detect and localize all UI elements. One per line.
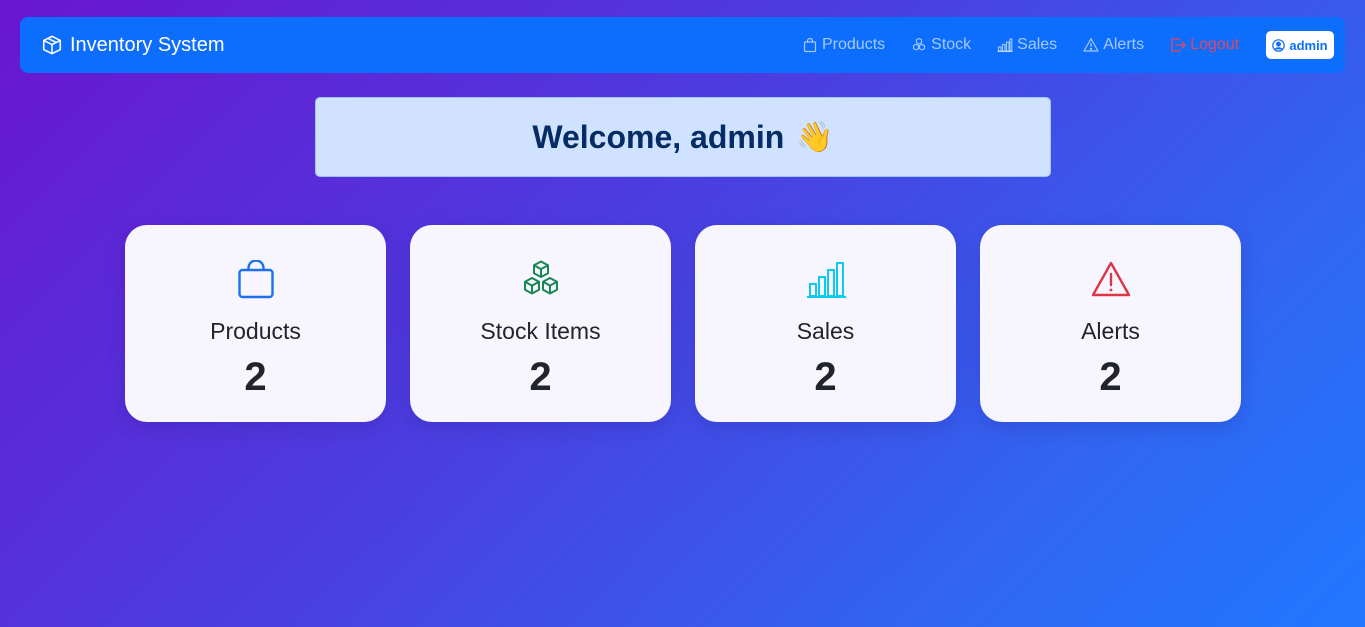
nav-link-label: Products xyxy=(822,36,886,53)
bag-icon xyxy=(236,260,276,300)
nav-link-label: Alerts xyxy=(1103,36,1145,53)
user-circle-icon xyxy=(1272,38,1286,52)
warning-icon xyxy=(1083,37,1099,53)
bar-chart-icon xyxy=(806,260,846,300)
card-label: Alerts xyxy=(1081,318,1140,344)
nav-link-alerts[interactable]: Alerts xyxy=(1083,36,1144,54)
boxes-icon xyxy=(911,37,927,53)
card-value: 2 xyxy=(1099,355,1122,399)
warning-icon xyxy=(1091,260,1131,300)
user-badge[interactable]: admin xyxy=(1266,31,1334,59)
card-value: 2 xyxy=(529,355,552,399)
nav-link-logout[interactable]: Logout xyxy=(1170,36,1239,54)
nav-link-label: Logout xyxy=(1190,36,1240,53)
brand-title: Inventory System xyxy=(70,33,225,56)
card-alerts[interactable]: Alerts 2 xyxy=(980,225,1241,422)
bar-chart-icon xyxy=(997,37,1013,53)
nav-link-label: Stock xyxy=(931,36,972,53)
nav-link-sales[interactable]: Sales xyxy=(997,36,1057,54)
user-name: admin xyxy=(1289,37,1328,53)
card-sales[interactable]: Sales 2 xyxy=(695,225,956,422)
welcome-banner: Welcome, admin 👋 xyxy=(315,97,1051,177)
boxes-icon xyxy=(521,260,561,300)
brand-link[interactable]: Inventory System xyxy=(41,17,225,73)
waving-hand-icon: 👋 xyxy=(796,120,834,154)
welcome-text: Welcome, admin xyxy=(532,118,785,155)
dashboard-cards: Products 2 Stock Items 2 Sales 2 Alerts … xyxy=(125,225,1241,422)
nav-link-label: Sales xyxy=(1017,36,1058,53)
bag-icon xyxy=(802,37,818,53)
card-stock-items[interactable]: Stock Items 2 xyxy=(410,225,671,422)
nav-link-stock[interactable]: Stock xyxy=(911,36,971,54)
card-products[interactable]: Products 2 xyxy=(125,225,386,422)
card-label: Stock Items xyxy=(480,318,601,344)
card-value: 2 xyxy=(814,355,837,399)
top-navbar: Inventory System Products Stock Sales Al… xyxy=(20,17,1345,73)
logout-icon xyxy=(1170,37,1186,53)
nav-link-products[interactable]: Products xyxy=(802,36,885,54)
box-icon xyxy=(41,34,63,56)
nav-links: Products Stock Sales Alerts Logout xyxy=(802,17,1265,73)
card-label: Products xyxy=(210,318,301,344)
card-label: Sales xyxy=(796,318,855,344)
card-value: 2 xyxy=(244,355,267,399)
